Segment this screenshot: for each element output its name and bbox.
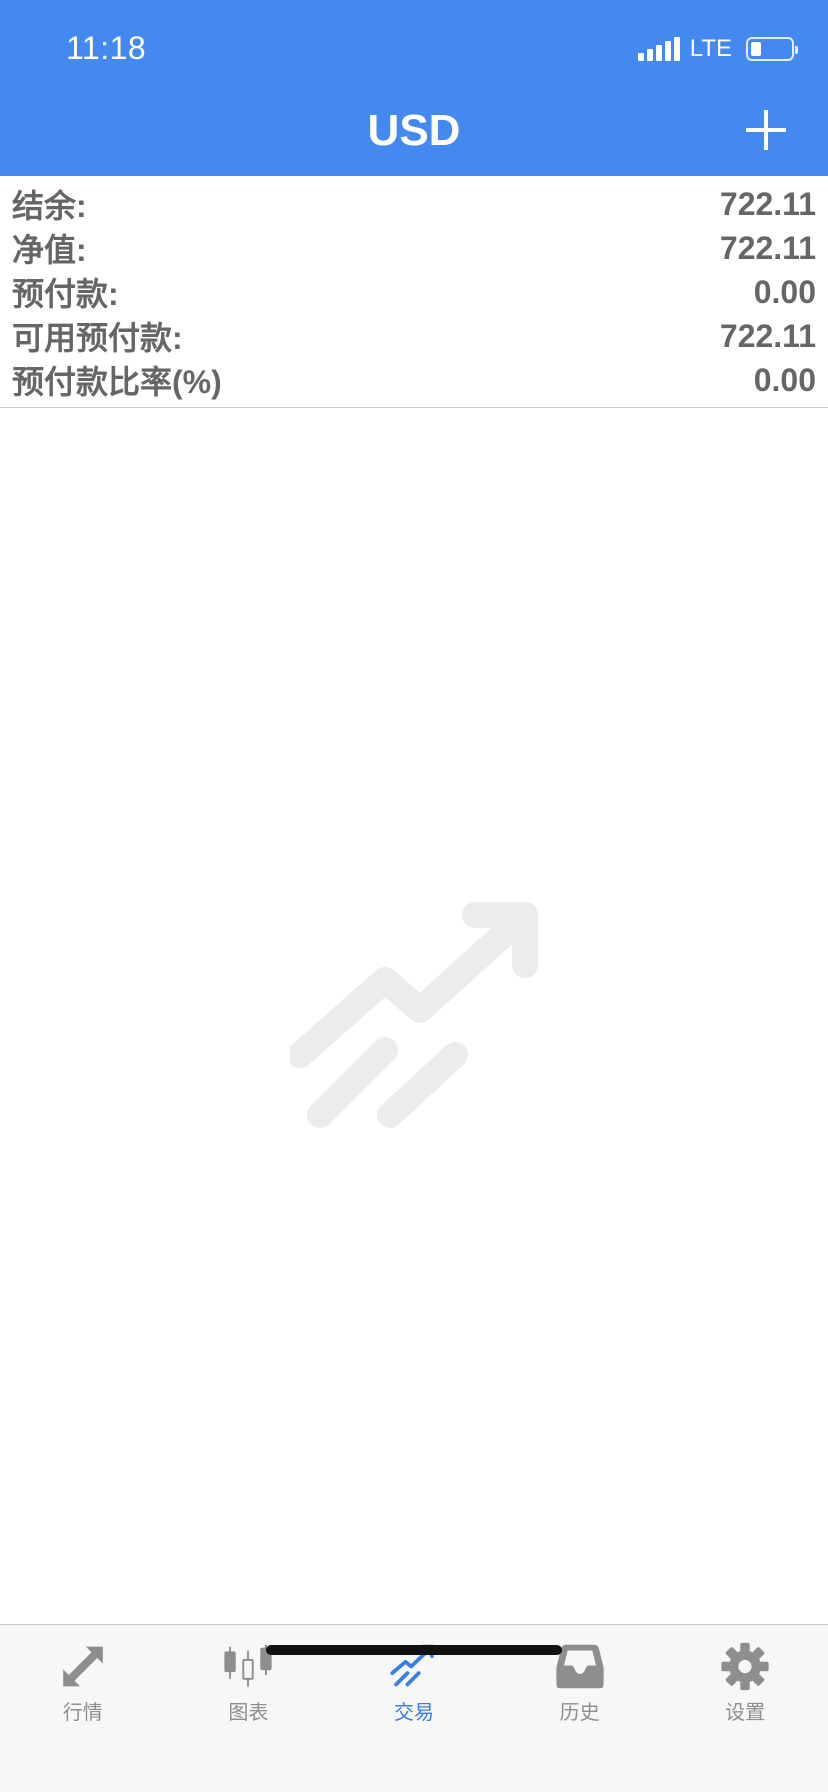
quotes-arrows-icon [62, 1646, 103, 1687]
tab-trade[interactable]: 交易 [331, 1625, 497, 1725]
empty-trade-watermark-icon [290, 902, 538, 1128]
tab-settings[interactable]: 设置 [662, 1625, 828, 1725]
gear-icon [721, 1642, 769, 1691]
equity-value: 722.11 [719, 229, 816, 266]
margin-row: 预付款: 0.00 [0, 270, 828, 314]
add-button[interactable] [746, 110, 786, 150]
equity-row: 净值: 722.11 [0, 226, 828, 270]
signal-icon [637, 37, 680, 61]
network-type: LTE [689, 35, 732, 62]
balance-label: 结余: [12, 188, 87, 224]
tab-history[interactable]: 历史 [497, 1625, 663, 1725]
tab-label: 图表 [228, 1702, 269, 1724]
tab-label: 交易 [393, 1702, 434, 1724]
tab-label: 行情 [62, 1702, 103, 1724]
tab-quotes[interactable]: 行情 [0, 1625, 166, 1725]
margin-level-label: 预付款比率(%) [12, 364, 222, 400]
balance-value: 722.11 [719, 185, 816, 222]
margin-label: 预付款: [12, 276, 119, 312]
tab-label: 设置 [725, 1702, 766, 1724]
page-title: USD [367, 106, 461, 155]
tab-charts[interactable]: 图表 [166, 1625, 332, 1725]
status-time: 11:18 [66, 30, 147, 66]
margin-value: 0.00 [753, 273, 816, 310]
home-indicator [266, 1645, 562, 1655]
status-indicators: LTE [637, 34, 798, 64]
battery-icon [746, 37, 798, 61]
equity-label: 净值: [12, 232, 87, 268]
free-margin-value: 722.11 [719, 317, 816, 354]
balance-row: 结余: 722.11 [0, 182, 828, 226]
free-margin-row: 可用预付款: 722.11 [0, 314, 828, 358]
margin-level-value: 0.00 [753, 361, 816, 398]
top-bar: 11:18 LTE USD [0, 0, 828, 176]
free-margin-label: 可用预付款: [12, 320, 183, 356]
margin-level-row: 预付款比率(%) 0.00 [0, 358, 828, 402]
account-summary: 结余: 722.11 净值: 722.11 预付款: 0.00 可用预付款: 7… [0, 176, 828, 408]
tab-label: 历史 [559, 1702, 600, 1724]
